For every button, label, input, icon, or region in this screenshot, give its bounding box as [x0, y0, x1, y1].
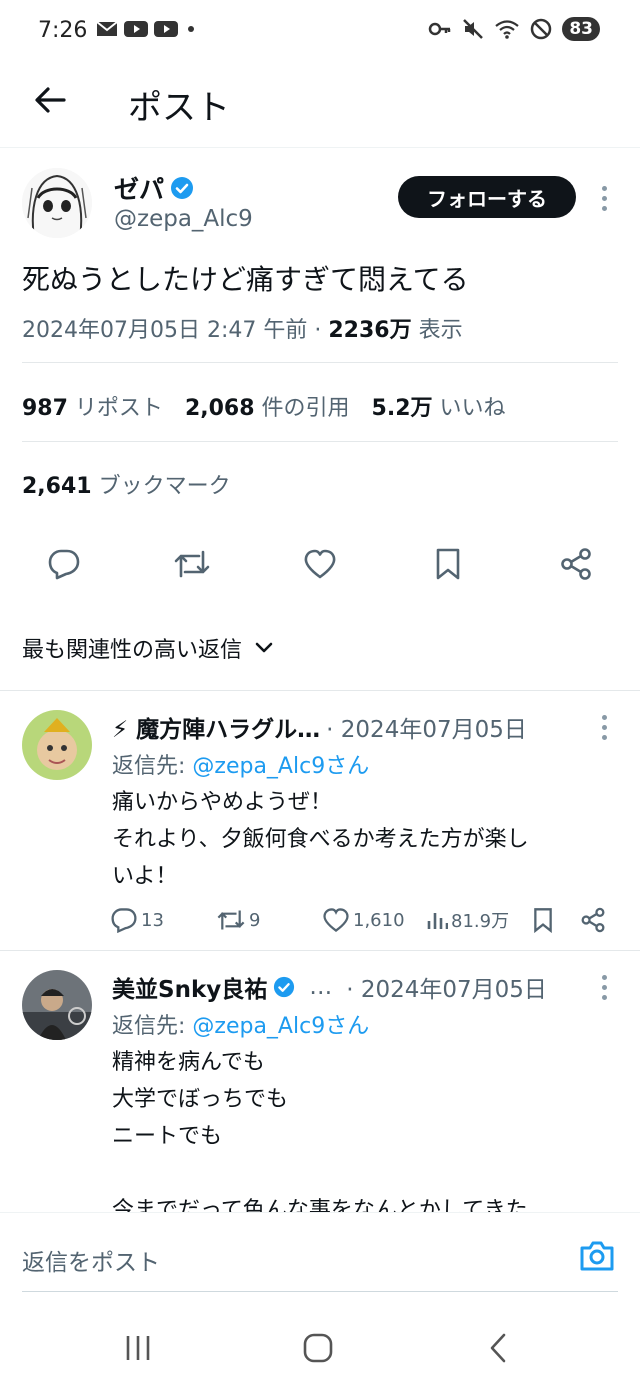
- home-button[interactable]: [298, 1328, 338, 1368]
- bookmark-icon: [436, 548, 460, 580]
- follow-button[interactable]: フォローする: [398, 176, 576, 218]
- reply-item[interactable]: 美並Snky良祐 … · 2024年07月05日 返信先: @zepa_Alc9…: [0, 950, 640, 1212]
- back-button[interactable]: [30, 80, 70, 120]
- verified-badge-icon: [171, 177, 194, 199]
- repost-button[interactable]: [170, 540, 214, 588]
- divider: [22, 441, 618, 442]
- status-time: 7:26: [38, 18, 88, 43]
- key-icon: [429, 22, 451, 36]
- recent-apps-button[interactable]: [118, 1328, 158, 1368]
- post-meta: 2024年07月05日 2:47 午前 · 2236万 表示: [22, 312, 463, 344]
- camera-button[interactable]: [578, 1237, 616, 1275]
- reply-text: 痛いからやめようぜ！ それより、夕飯何食べるか考えた方が楽し いよ！: [112, 790, 529, 889]
- youtube-icon: [124, 21, 148, 37]
- reply-to: 返信先: @zepa_Alc9さん: [112, 1014, 370, 1039]
- reply-header: 美並Snky良祐 … · 2024年07月05日: [112, 970, 547, 1004]
- reply-share-button[interactable]: [580, 904, 606, 936]
- system-nav-bar: [0, 1302, 640, 1387]
- reply-author-name[interactable]: ⚡ 魔方陣ハラグル…: [112, 710, 320, 744]
- likes-stat[interactable]: 5.2万 いいね: [372, 396, 506, 421]
- reply-views-button[interactable]: 81.9万: [426, 904, 509, 936]
- post-date: 2024年07月05日 2:47 午前 ·: [22, 318, 329, 343]
- home-icon: [303, 1333, 333, 1363]
- reply-reply-button[interactable]: 13: [110, 904, 164, 936]
- mute-icon: [463, 19, 484, 39]
- top-bar: ポスト: [0, 62, 640, 148]
- share-icon: [561, 548, 591, 580]
- reply-date: · 2024年07月05日: [326, 717, 527, 743]
- author-avatar-icon: [22, 168, 92, 238]
- repost-icon: [217, 910, 245, 930]
- camera-icon: [580, 1241, 614, 1271]
- reply-bookmark-button[interactable]: [532, 904, 554, 936]
- more-options-button[interactable]: [594, 183, 614, 213]
- reply-compose-bar: 返信をポスト: [0, 1212, 640, 1302]
- author-name: ゼパ: [114, 175, 165, 204]
- reply-icon: [48, 549, 80, 580]
- avatar[interactable]: [22, 970, 92, 1040]
- mail-icon: [96, 21, 118, 36]
- engagement-stats: 987 リポスト 2,068 件の引用 5.2万 いいね: [22, 390, 528, 422]
- author-name-row[interactable]: ゼパ: [114, 170, 194, 206]
- status-bar: 7:26 83: [0, 0, 640, 62]
- more-dots-icon: [601, 185, 607, 191]
- chevron-left-icon: [490, 1333, 506, 1363]
- like-button[interactable]: [298, 540, 342, 588]
- views-label: 表示: [411, 318, 463, 343]
- views-count: 2236万: [328, 318, 412, 343]
- share-icon: [581, 907, 605, 933]
- back-nav-button[interactable]: [478, 1328, 518, 1368]
- wifi-icon: [495, 20, 520, 39]
- avatar[interactable]: [22, 168, 92, 238]
- more-options-button[interactable]: [594, 972, 614, 1002]
- reply-date: · 2024年07月05日: [346, 977, 547, 1003]
- bookmark-button[interactable]: [426, 540, 470, 588]
- chevron-down-icon: [255, 642, 273, 653]
- more-options-button[interactable]: [594, 712, 614, 742]
- post-text: 死ぬうとしたけど痛すぎて悶えてる: [22, 263, 469, 296]
- reply-like-button[interactable]: 1,610: [322, 904, 405, 936]
- reply-button[interactable]: [42, 540, 86, 588]
- repost-icon: [174, 550, 210, 578]
- reply-item[interactable]: ⚡ 魔方陣ハラグル… · 2024年07月05日 返信先: @zepa_Alc9…: [0, 690, 640, 950]
- reply-repost-button[interactable]: 9: [216, 904, 260, 936]
- dnd-icon: [531, 18, 552, 40]
- arrow-left-icon: [35, 87, 66, 113]
- heart-icon: [323, 908, 349, 932]
- verified-badge-icon: [274, 976, 295, 998]
- reply-avatar-icon: [22, 710, 92, 780]
- youtube-icon: [154, 21, 178, 37]
- reply-to-handle[interactable]: @zepa_Alc9さん: [192, 1014, 369, 1039]
- reply-to: 返信先: @zepa_Alc9さん: [112, 754, 370, 779]
- reply-to-handle[interactable]: @zepa_Alc9さん: [192, 754, 369, 779]
- more-dots-icon: [601, 974, 607, 980]
- quotes-stat[interactable]: 2,068 件の引用: [185, 396, 350, 421]
- recent-apps-icon: [126, 1336, 150, 1360]
- heart-icon: [304, 549, 336, 579]
- dot-icon: [188, 26, 194, 32]
- battery-badge: 83: [562, 17, 600, 41]
- divider: [22, 1291, 618, 1292]
- reposts-stat[interactable]: 987 リポスト: [22, 396, 163, 421]
- reply-input[interactable]: 返信をポスト: [22, 1243, 160, 1277]
- sort-label: 最も関連性の高い返信: [22, 638, 243, 663]
- reply-text: 精神を病んでも 大学でぼっちでも ニートでも 今までだって色んな事をなんとかして…: [112, 1050, 528, 1212]
- more-dots-icon: [601, 714, 607, 720]
- bookmarks-stat[interactable]: 2,641 ブックマーク: [22, 468, 231, 500]
- reply-avatar-icon: [22, 970, 92, 1040]
- author-handle[interactable]: @zepa_Alc9: [114, 206, 253, 232]
- divider: [22, 362, 618, 363]
- avatar[interactable]: [22, 710, 92, 780]
- views-icon: [427, 913, 448, 929]
- share-button[interactable]: [554, 540, 598, 588]
- post-actions: [0, 540, 640, 588]
- reply-author-name[interactable]: 美並Snky良祐: [112, 970, 267, 1004]
- reply-actions: 13 9 1,610 81.9万: [110, 904, 610, 936]
- sort-dropdown[interactable]: 最も関連性の高い返信: [22, 632, 274, 664]
- reply-header: ⚡ 魔方陣ハラグル… · 2024年07月05日: [112, 710, 527, 744]
- page-title: ポスト: [128, 88, 230, 128]
- reply-icon: [111, 908, 137, 933]
- bookmark-icon: [534, 908, 552, 933]
